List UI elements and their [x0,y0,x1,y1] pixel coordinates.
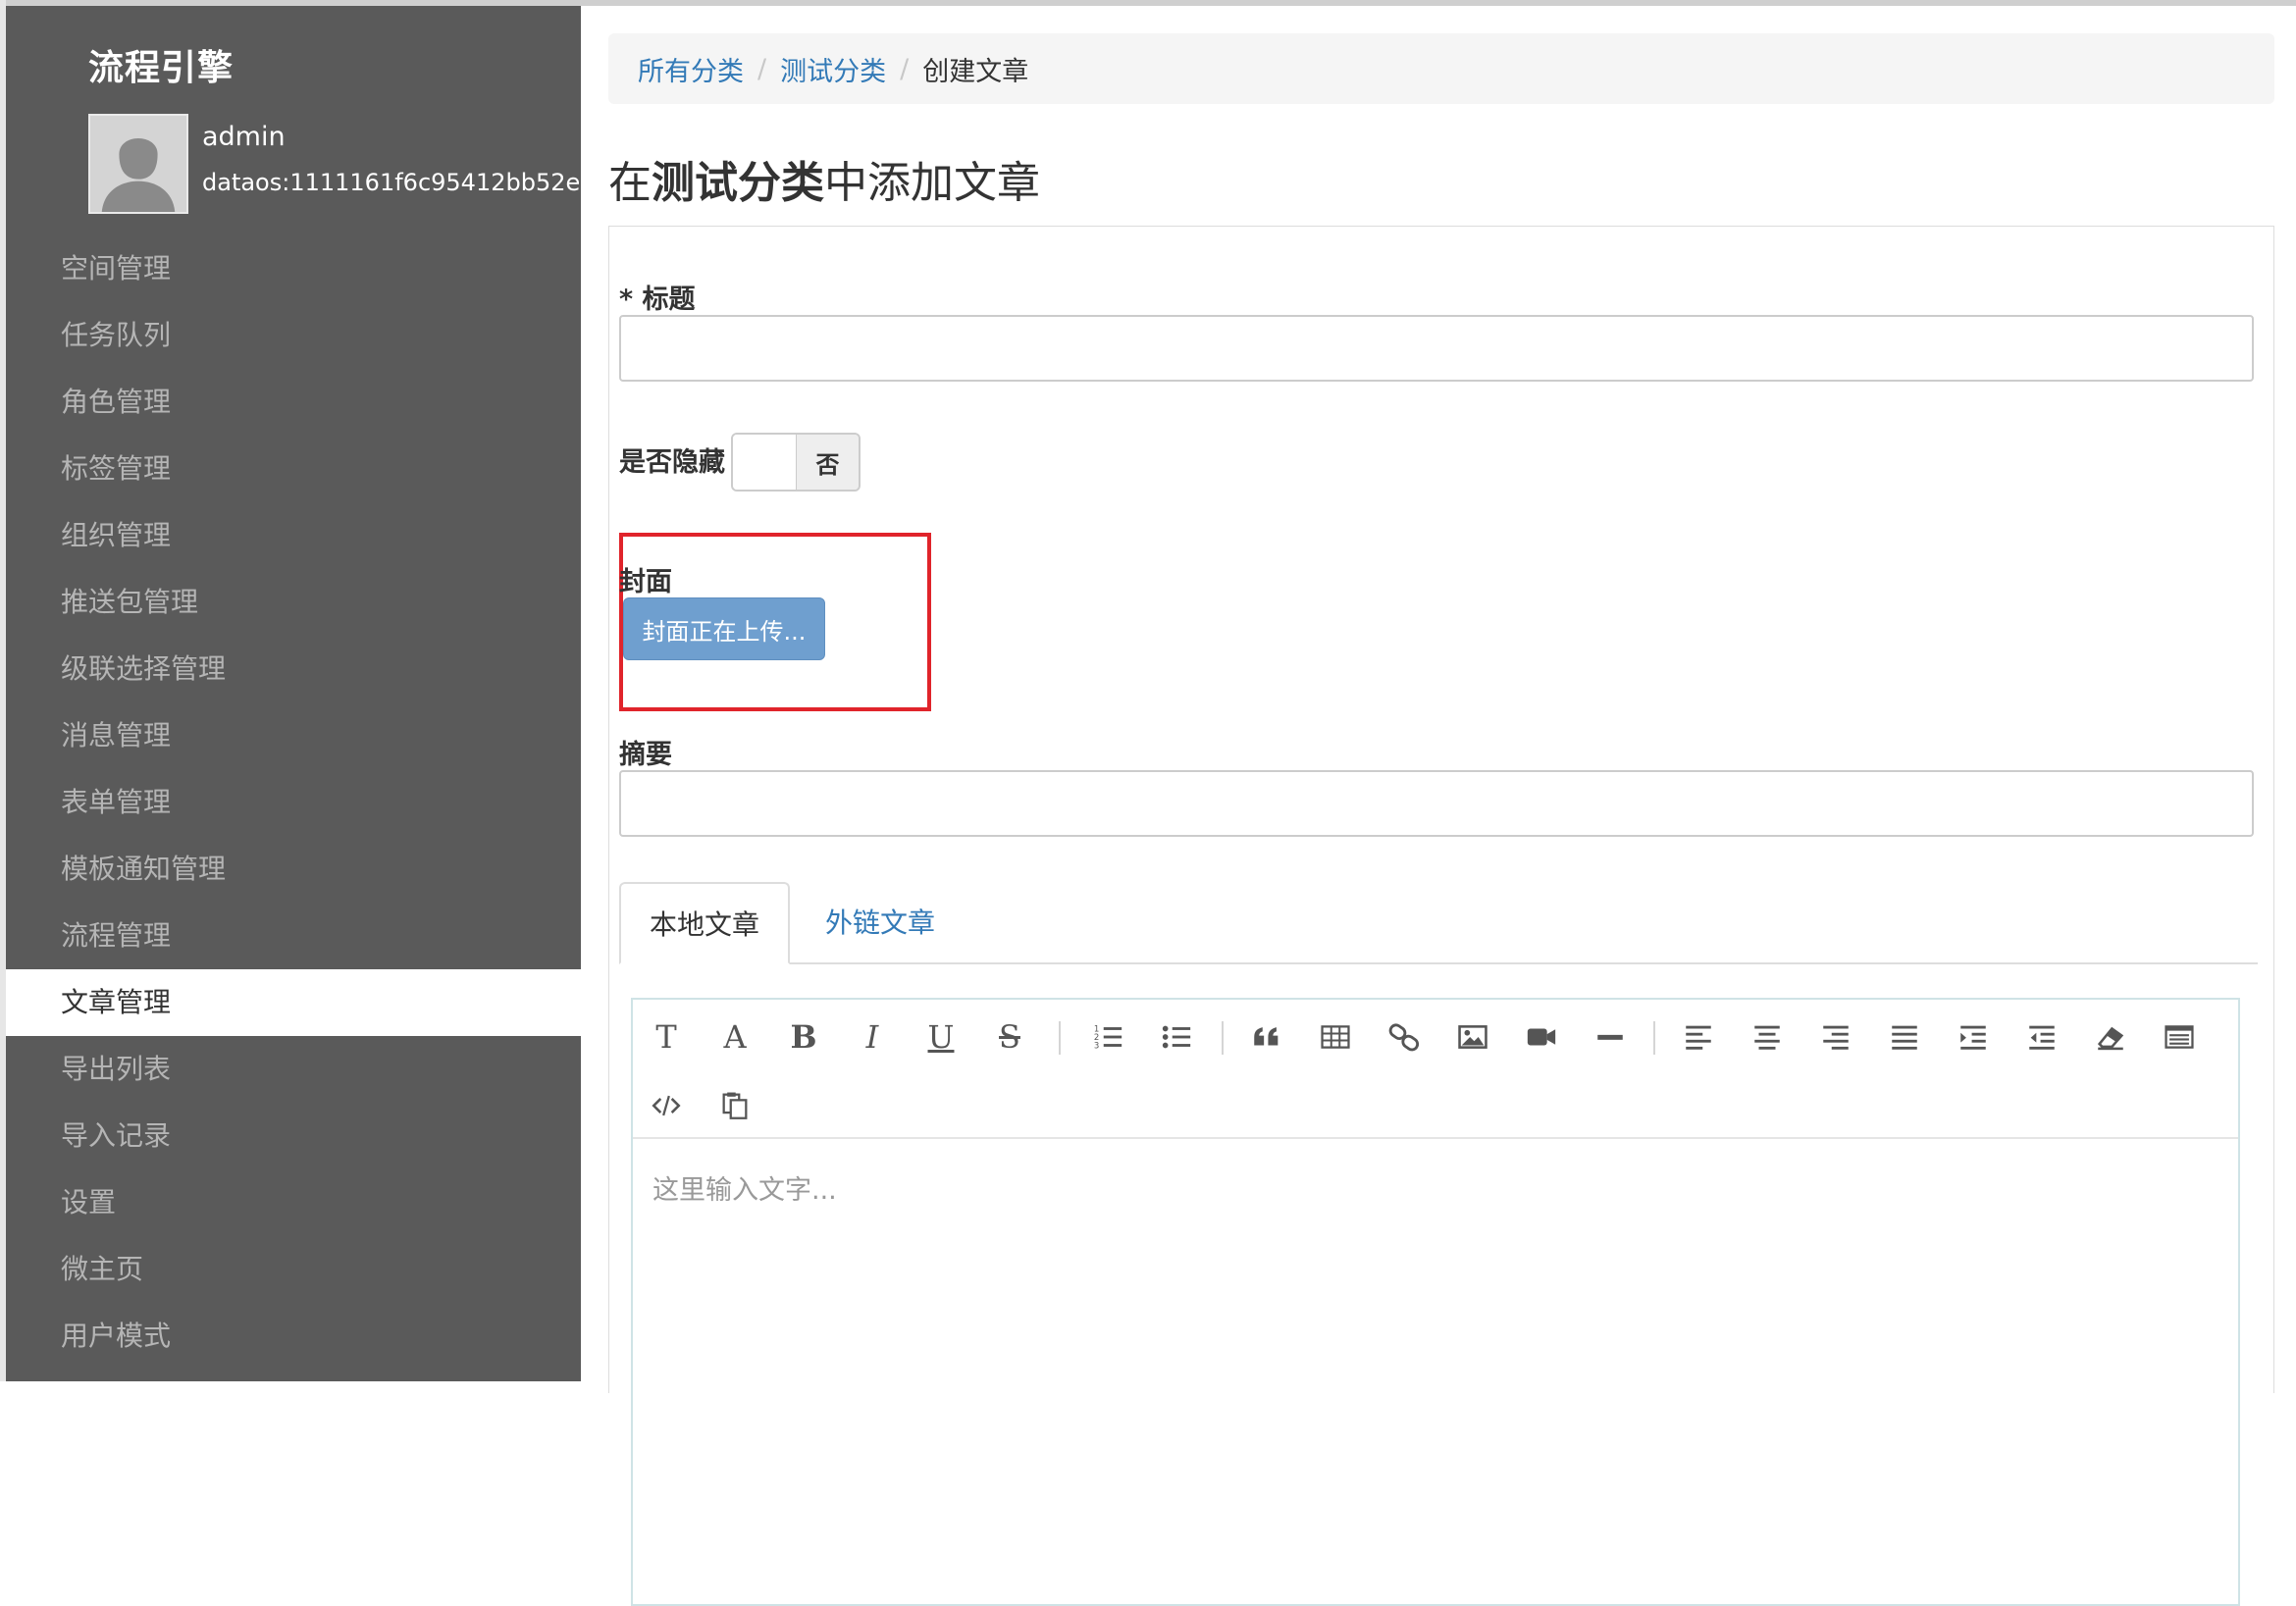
page-title-suffix: 中添加文章 [824,158,1040,208]
hidden-toggle[interactable]: 否 [731,433,861,492]
page-title-category: 测试分类 [652,158,824,208]
sidebar-item-micro-homepage[interactable]: 微主页 [6,1236,581,1303]
sidebar-item-push-packages[interactable]: 推送包管理 [6,569,581,636]
title-label: * 标题 [619,285,696,315]
hidden-label: 是否隐藏 [619,447,725,478]
sidebar-item-task-queue[interactable]: 任务队列 [6,302,581,369]
indent-icon[interactable] [1954,1017,1993,1057]
eraser-icon[interactable] [2091,1017,2130,1057]
required-mark: * [619,285,634,315]
toolbar-separator [1059,1021,1061,1055]
image-icon[interactable] [1453,1017,1492,1057]
editor-toolbar: T A B I U S 123 [633,1000,2238,1139]
sidebar-item-import-records[interactable]: 导入记录 [6,1103,581,1169]
app-brand: 流程引擎 [88,48,235,88]
strikethrough-button[interactable]: S [990,1017,1029,1057]
paste-icon[interactable] [715,1086,755,1125]
breadcrumb-separator: / [757,53,767,84]
breadcrumb-all-categories[interactable]: 所有分类 [638,50,744,88]
sidebar-item-space[interactable]: 空间管理 [6,235,581,302]
breadcrumb-test-category[interactable]: 测试分类 [780,50,886,88]
ordered-list-icon[interactable]: 123 [1088,1017,1127,1057]
rich-text-editor: T A B I U S 123 这里输入文字... [631,998,2240,1606]
main-content: 所有分类 / 测试分类 / 创建文章 在测试分类中添加文章 * 标题 是否隐藏 … [608,0,2276,1606]
heading-button[interactable]: T [647,1017,686,1057]
user-name: admin [202,122,286,152]
toggle-handle [733,435,796,490]
unordered-list-icon[interactable] [1157,1017,1196,1057]
breadcrumb: 所有分类 / 测试分类 / 创建文章 [608,33,2274,104]
toggle-state-label: 否 [796,435,859,490]
sidebar-item-template-notifications[interactable]: 模板通知管理 [6,836,581,903]
tab-external-link-article[interactable]: 外链文章 [825,882,935,964]
bold-button[interactable]: B [784,1017,823,1057]
sidebar-menu: 空间管理 任务队列 角色管理 标签管理 组织管理 推送包管理 级联选择管理 消息… [6,235,581,1370]
user-id: dataos:1111161f6c95412bb52e7f6c [202,169,581,196]
link-icon[interactable] [1384,1017,1424,1057]
sidebar-item-processes[interactable]: 流程管理 [6,903,581,969]
sidebar-item-organizations[interactable]: 组织管理 [6,502,581,569]
sidebar-item-user-mode[interactable]: 用户模式 [6,1303,581,1370]
font-color-button[interactable]: A [715,1017,755,1057]
sidebar-item-export-list[interactable]: 导出列表 [6,1036,581,1103]
sidebar-item-articles[interactable]: 文章管理 [6,969,581,1036]
user-silhouette-icon [90,116,186,212]
page-title-prefix: 在 [608,158,652,208]
italic-button[interactable]: I [853,1017,892,1057]
horizontal-rule-icon[interactable] [1591,1017,1630,1057]
code-icon[interactable] [647,1086,686,1125]
video-icon[interactable] [1522,1017,1561,1057]
avatar[interactable] [88,114,188,214]
toolbar-separator [1222,1021,1224,1055]
sidebar-item-messages[interactable]: 消息管理 [6,702,581,769]
align-justify-icon[interactable] [1885,1017,1924,1057]
summary-label: 摘要 [619,740,672,770]
sidebar-item-roles[interactable]: 角色管理 [6,369,581,436]
sidebar-item-tags[interactable]: 标签管理 [6,436,581,502]
outdent-icon[interactable] [2022,1017,2061,1057]
sidebar-item-cascade-select[interactable]: 级联选择管理 [6,636,581,702]
sidebar-item-settings[interactable]: 设置 [6,1169,581,1236]
editor-placeholder[interactable]: 这里输入文字... [652,1168,837,1207]
article-type-tabs: 本地文章 外链文章 [619,882,2258,964]
align-left-icon[interactable] [1679,1017,1718,1057]
breadcrumb-current: 创建文章 [922,56,1029,87]
quote-icon[interactable] [1247,1017,1286,1057]
cover-label: 封面 [619,567,672,597]
sidebar-item-forms[interactable]: 表单管理 [6,769,581,836]
align-right-icon[interactable] [1816,1017,1855,1057]
summary-input[interactable] [619,770,2254,837]
svg-text:3: 3 [1094,1041,1099,1051]
table-icon[interactable] [1316,1017,1355,1057]
align-center-icon[interactable] [1748,1017,1787,1057]
fullscreen-icon[interactable] [2160,1017,2199,1057]
title-input[interactable] [619,315,2254,382]
article-form: * 标题 是否隐藏 否 封面 封面正在上传... 摘要 本地文章 外链文章 T … [608,226,2274,1606]
page-title: 在测试分类中添加文章 [608,147,1040,210]
breadcrumb-separator: / [900,53,910,84]
underline-button[interactable]: U [921,1017,961,1057]
tab-local-article[interactable]: 本地文章 [619,882,790,964]
toolbar-separator [1653,1021,1655,1055]
cover-upload-button[interactable]: 封面正在上传... [623,597,825,660]
sidebar: 流程引擎 admin dataos:1111161f6c95412bb52e7f… [6,6,581,1381]
